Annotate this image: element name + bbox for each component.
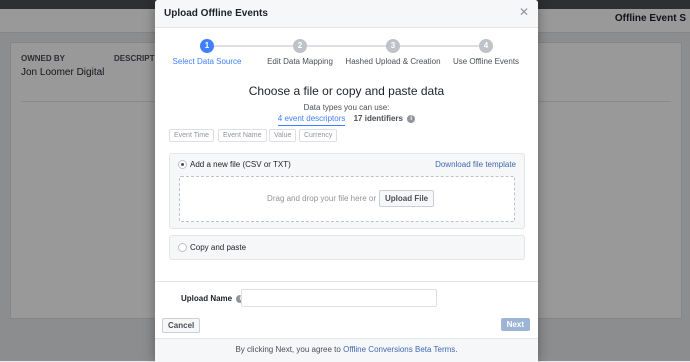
terms-bar: By clicking Next, you agree to Offline C… [155, 338, 538, 362]
step-1-indicator: 1 [200, 39, 214, 53]
stepper-connector-2 [300, 45, 393, 47]
cancel-button[interactable]: Cancel [162, 318, 201, 333]
terms-prefix: By clicking Next, you agree to [235, 345, 341, 354]
step-2-label: Edit Data Mapping [267, 57, 333, 66]
paste-option-radio[interactable] [178, 243, 187, 252]
stepper-connector-1 [207, 45, 300, 47]
file-option-label: Add a new file (CSV or TXT) [190, 160, 291, 169]
download-template-link[interactable]: Download file template [435, 160, 516, 169]
info-icon[interactable]: i [407, 114, 416, 123]
file-dropzone[interactable]: Drag and drop your file here or Upload F… [179, 176, 515, 222]
paste-option-label: Copy and paste [190, 243, 247, 252]
upload-offline-events-dialog: Upload Offline Events ✕ 1 2 3 4 Select D… [155, 0, 538, 362]
form-divider [155, 281, 538, 282]
step-1-label: Select Data Source [172, 57, 242, 66]
step-2-indicator: 2 [293, 39, 307, 53]
data-types-links: 4 event descriptors 17 identifiers i [155, 114, 538, 126]
dialog-header: Upload Offline Events ✕ [155, 0, 538, 28]
step-3-indicator: 3 [386, 39, 400, 53]
stepper-connector-3 [393, 45, 486, 47]
section-heading: Choose a file or copy and paste data [248, 84, 445, 98]
descriptor-pill: Event Time [169, 129, 215, 142]
terms-suffix: . [455, 345, 458, 354]
identifiers-tab[interactable]: 17 identifiers [354, 114, 403, 123]
copy-paste-option[interactable]: Copy and paste [169, 235, 525, 260]
dialog-title: Upload Offline Events [164, 8, 268, 19]
next-button[interactable]: Next [500, 318, 530, 331]
close-icon[interactable]: ✕ [518, 6, 530, 18]
event-descriptors-tab[interactable]: 4 event descriptors [277, 114, 346, 126]
step-3-label: Hashed Upload & Creation [345, 57, 441, 66]
data-types-caption: Data types you can use: [303, 103, 390, 112]
file-upload-option: Add a new file (CSV or TXT) Download fil… [169, 153, 525, 229]
terms-link[interactable]: Offline Conversions Beta Terms [343, 345, 455, 354]
step-4-indicator: 4 [479, 39, 493, 53]
upload-name-label-text: Upload Name [181, 294, 233, 303]
descriptor-pill: Value [269, 129, 297, 142]
file-option-radio[interactable] [178, 160, 187, 169]
dropzone-text: Drag and drop your file here or [267, 194, 376, 203]
upload-file-button[interactable]: Upload File [379, 190, 435, 207]
descriptor-pill: Event Name [218, 129, 267, 142]
step-4-label: Use Offline Events [452, 57, 520, 66]
descriptor-pill: Currency [299, 129, 338, 142]
upload-name-label: Upload Name i [181, 294, 245, 303]
upload-name-field[interactable] [241, 289, 437, 307]
